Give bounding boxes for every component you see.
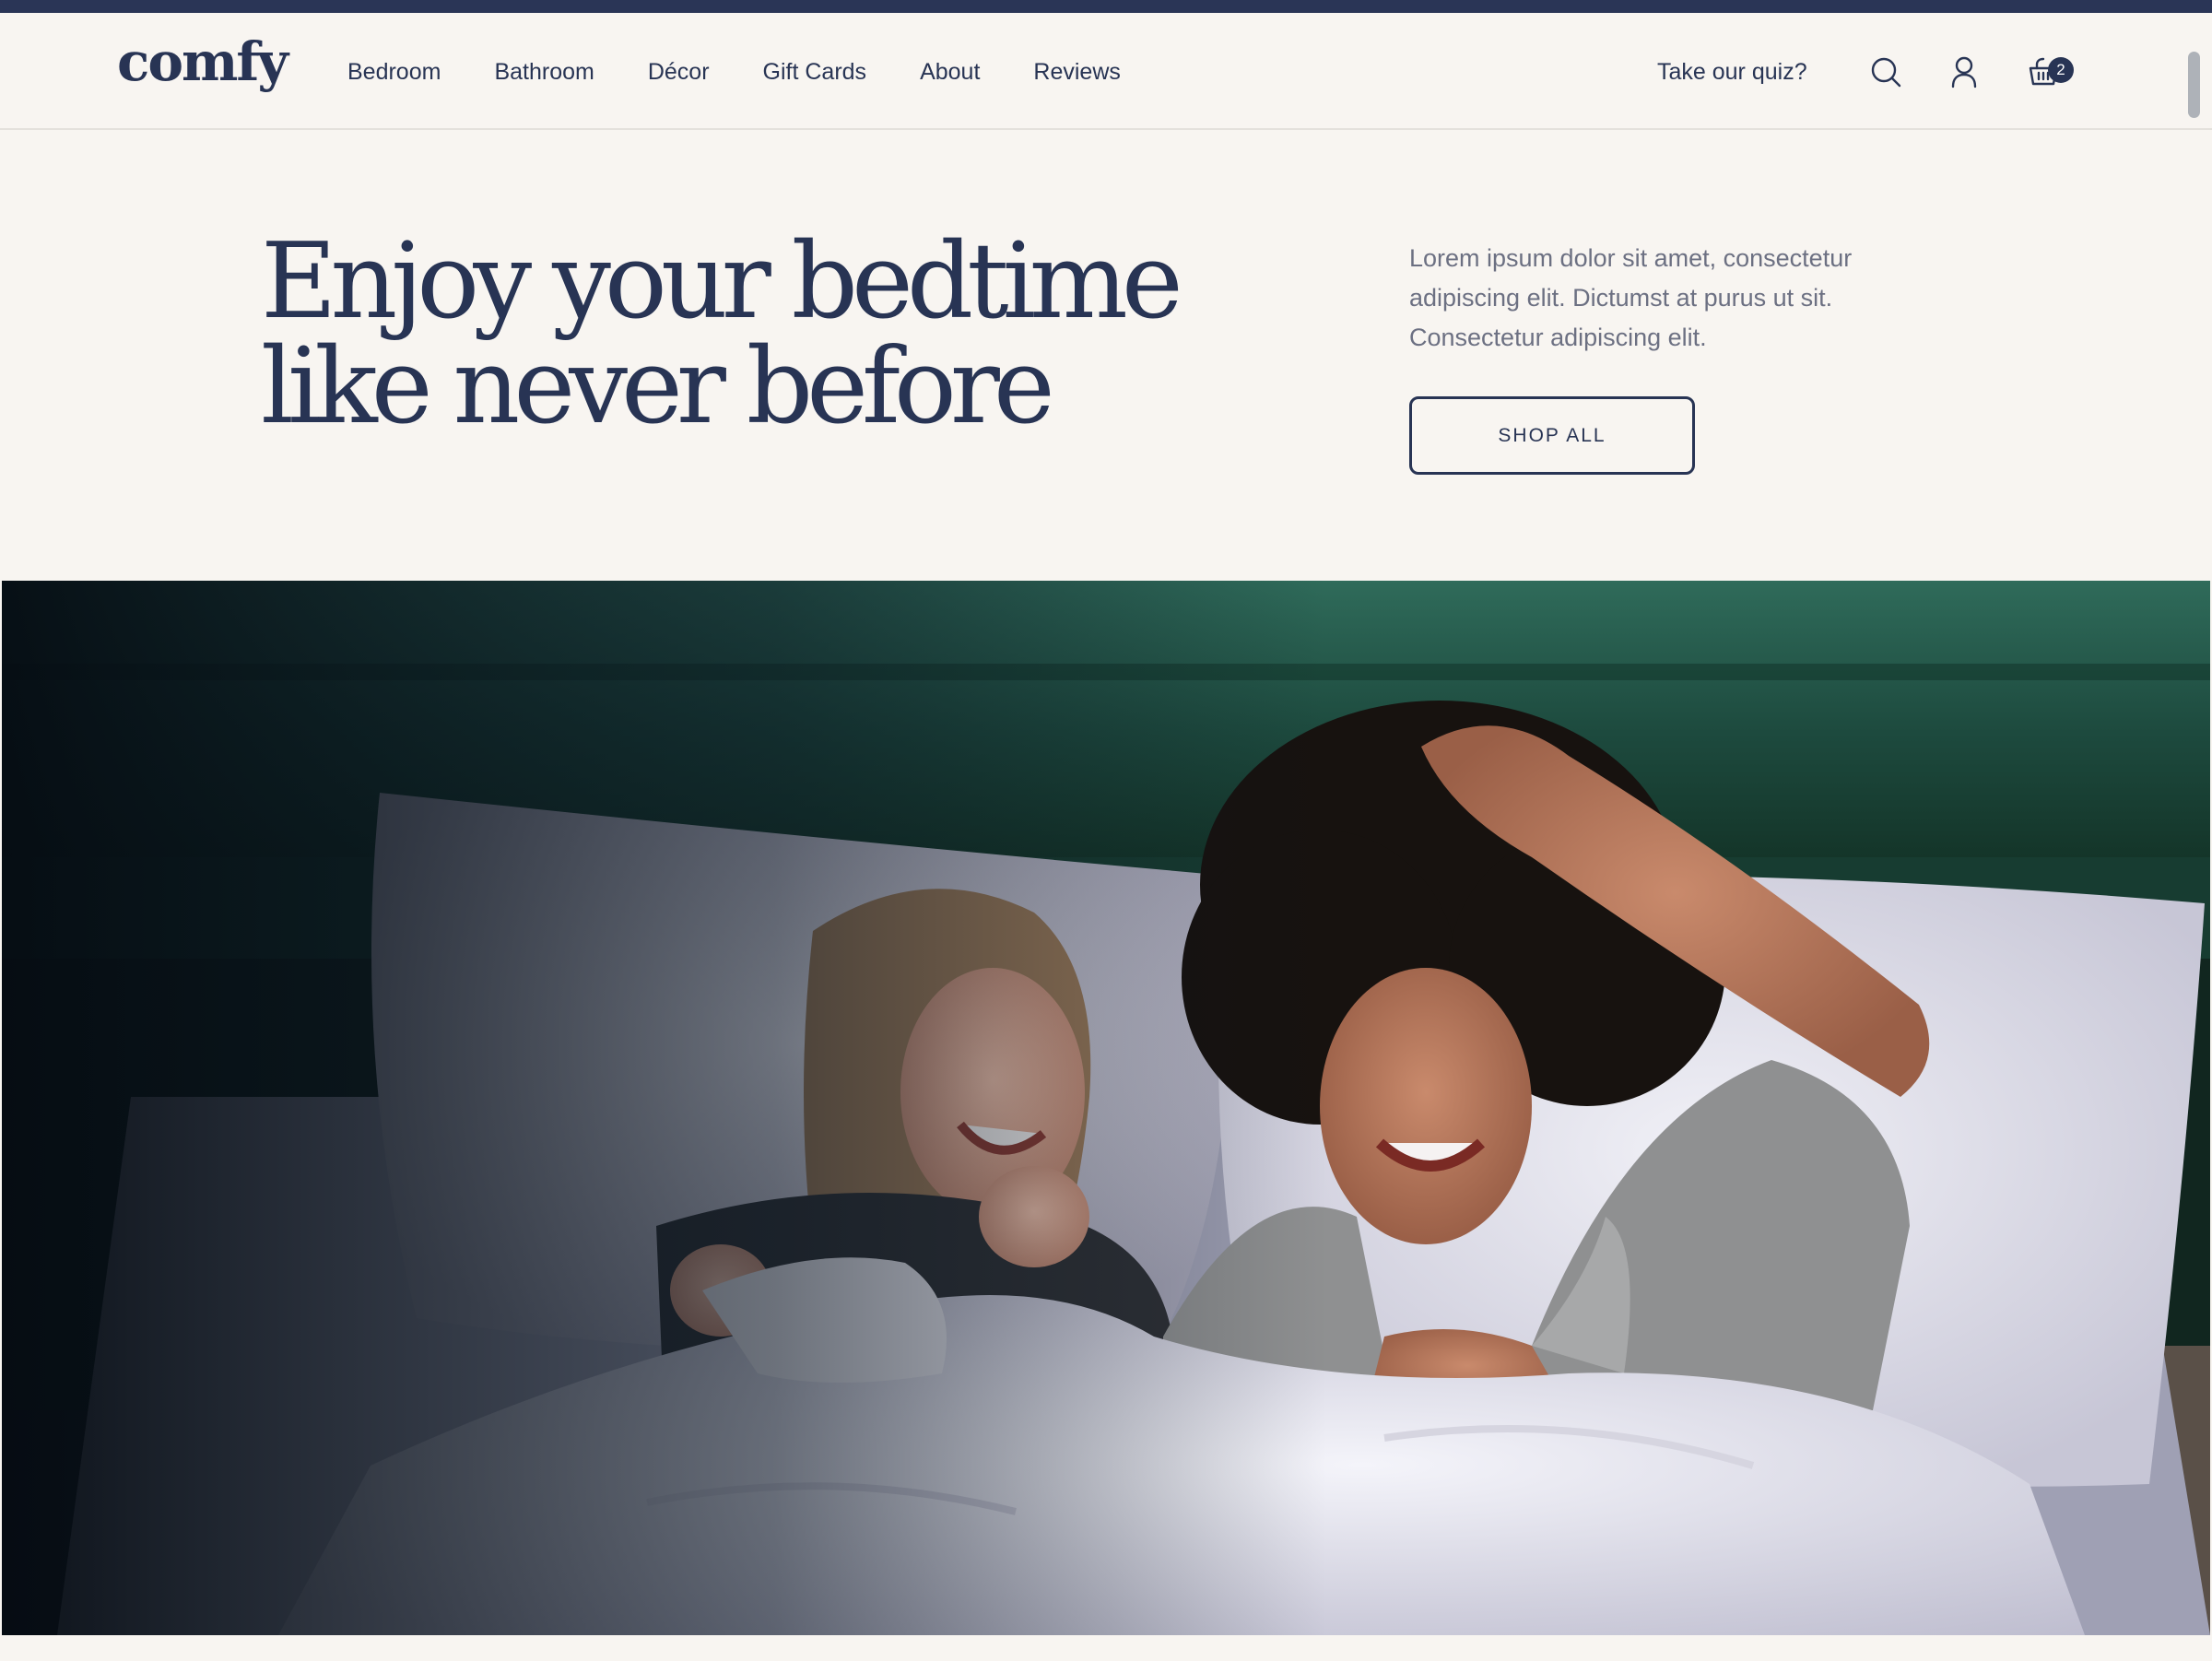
top-accent-bar — [0, 0, 2212, 13]
account-icon[interactable] — [1946, 53, 1983, 90]
hero-photo — [2, 581, 2210, 1635]
quiz-link[interactable]: Take our quiz? — [1657, 61, 1807, 84]
search-icon[interactable] — [1867, 53, 1904, 90]
nav-item-bedroom[interactable]: Bedroom — [347, 61, 441, 84]
scrollbar-thumb[interactable] — [2188, 52, 2200, 118]
hero-title: Enjoy your bedtime like never before — [261, 229, 1183, 439]
cart-count-badge: 2 — [2048, 57, 2074, 83]
hero-title-line-2: like never before — [261, 325, 1055, 447]
nav-item-decor[interactable]: Décor — [648, 61, 710, 84]
site-header: comfy Bedroom Bathroom Décor Gift Cards … — [0, 13, 2212, 130]
nav-item-bathroom[interactable]: Bathroom — [494, 61, 594, 84]
logo[interactable]: comfy — [117, 35, 288, 88]
shop-all-button[interactable]: SHOP ALL — [1409, 396, 1695, 475]
nav-item-about[interactable]: About — [920, 61, 980, 84]
hero-title-line-1: Enjoy your bedtime — [261, 220, 1183, 342]
nav-item-reviews[interactable]: Reviews — [1033, 61, 1120, 84]
hero-description: Lorem ipsum dolor sit amet, consectetur … — [1409, 244, 1853, 351]
nav-item-gift-cards[interactable]: Gift Cards — [763, 61, 867, 84]
main-nav: Bedroom Bathroom Décor Gift Cards About … — [347, 61, 1174, 84]
page-bottom-band — [0, 1635, 2212, 1661]
